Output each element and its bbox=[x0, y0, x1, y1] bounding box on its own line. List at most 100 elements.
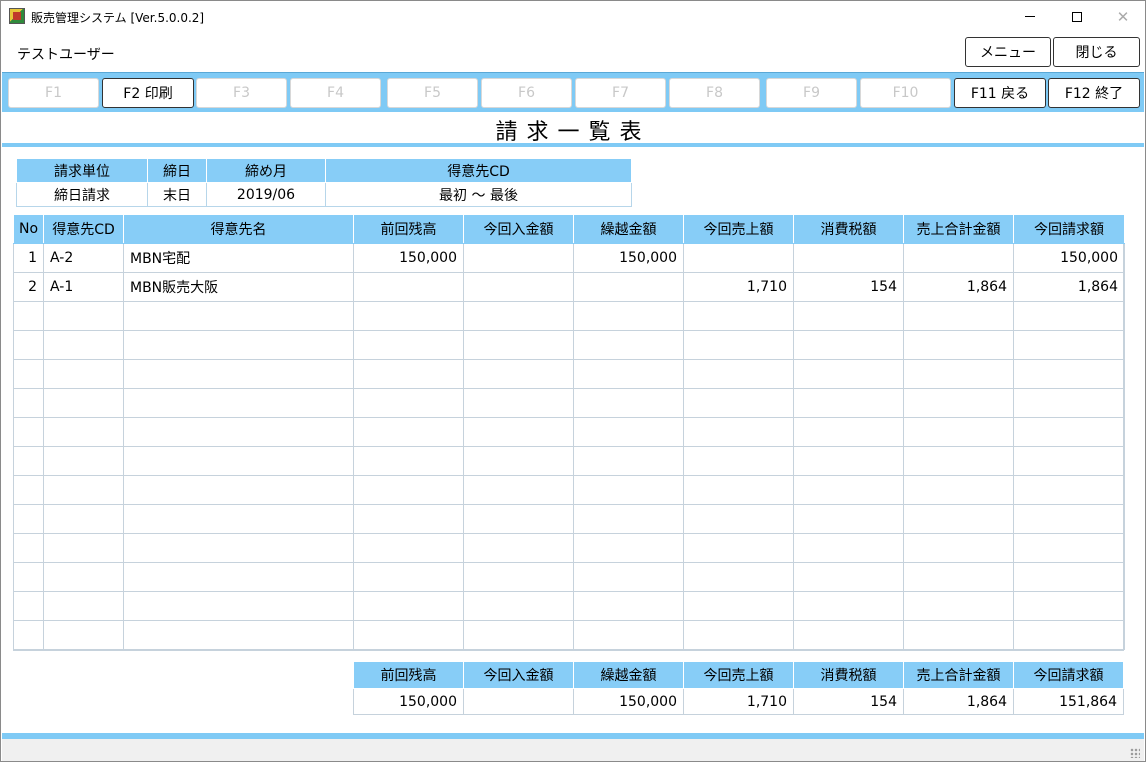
cell-customer-name[interactable]: MBN販売大阪 bbox=[123, 272, 354, 302]
col-header-prev-balance[interactable]: 前回残高 bbox=[353, 214, 464, 244]
cell-sales-total[interactable]: 1,864 bbox=[903, 272, 1014, 302]
col-header-sales[interactable]: 今回売上額 bbox=[683, 214, 794, 244]
user-name: テストユーザー bbox=[17, 47, 115, 63]
total-header-invoice-amount: 今回請求額 bbox=[1013, 661, 1124, 689]
cond-header-closing-day: 締日 bbox=[147, 158, 207, 183]
minimize-icon bbox=[1025, 16, 1035, 17]
cell-tax[interactable] bbox=[793, 243, 904, 273]
empty-row[interactable] bbox=[13, 301, 1125, 331]
f5-button[interactable]: F5 bbox=[387, 78, 478, 108]
f7-button[interactable]: F7 bbox=[575, 78, 666, 108]
col-header-invoice-amount[interactable]: 今回請求額 bbox=[1013, 214, 1125, 244]
totals-value-row: 150,000 150,000 1,710 154 1,864 151,864 bbox=[353, 688, 1124, 715]
totals-header-row: 前回残高 今回入金額 繰越金額 今回売上額 消費税額 売上合計金額 今回請求額 bbox=[353, 661, 1124, 689]
empty-row[interactable] bbox=[13, 475, 1125, 505]
col-header-carryover[interactable]: 繰越金額 bbox=[573, 214, 684, 244]
total-sales-total: 1,864 bbox=[903, 688, 1014, 715]
empty-row[interactable] bbox=[13, 417, 1125, 447]
f2-print-button[interactable]: F2 印刷 bbox=[102, 78, 194, 108]
maximize-icon bbox=[1072, 11, 1082, 22]
totals-table: 前回残高 今回入金額 繰越金額 今回売上額 消費税額 売上合計金額 今回請求額 … bbox=[353, 661, 1124, 715]
table-row[interactable]: 1 A-2 MBN宅配 150,000 150,000 150,000 bbox=[13, 243, 1125, 273]
col-header-no[interactable]: No bbox=[13, 214, 44, 244]
resize-grip-icon[interactable] bbox=[1130, 748, 1140, 758]
conditions-header-row: 請求単位 締日 締め月 得意先CD bbox=[16, 158, 632, 183]
col-header-customer-name[interactable]: 得意先名 bbox=[123, 214, 354, 244]
cell-no[interactable]: 1 bbox=[13, 243, 44, 273]
empty-row[interactable] bbox=[13, 591, 1125, 621]
title-bar[interactable]: 販売管理システム [Ver.5.0.0.2] ✕ bbox=[1, 1, 1145, 32]
cell-customer-cd[interactable]: A-2 bbox=[43, 243, 124, 273]
col-header-tax[interactable]: 消費税額 bbox=[793, 214, 904, 244]
empty-row[interactable] bbox=[13, 330, 1125, 360]
empty-row[interactable] bbox=[13, 504, 1125, 534]
empty-row[interactable] bbox=[13, 620, 1125, 650]
cell-prev-balance[interactable]: 150,000 bbox=[353, 243, 464, 273]
total-header-prev-balance: 前回残高 bbox=[353, 661, 464, 689]
grid-header-row: No 得意先CD 得意先名 前回残高 今回入金額 繰越金額 今回売上額 消費税額… bbox=[13, 214, 1125, 244]
minimize-button[interactable] bbox=[1007, 1, 1053, 32]
cell-sales[interactable] bbox=[683, 243, 794, 273]
col-header-customer-cd[interactable]: 得意先CD bbox=[43, 214, 124, 244]
cond-closing-month: 2019/06 bbox=[206, 182, 326, 207]
f10-button[interactable]: F10 bbox=[860, 78, 951, 108]
f12-exit-button[interactable]: F12 終了 bbox=[1048, 78, 1140, 108]
total-sales: 1,710 bbox=[683, 688, 794, 715]
f9-button[interactable]: F9 bbox=[766, 78, 857, 108]
cell-invoice-amount[interactable]: 150,000 bbox=[1013, 243, 1125, 273]
total-invoice-amount: 151,864 bbox=[1013, 688, 1124, 715]
cell-no[interactable]: 2 bbox=[13, 272, 44, 302]
close-icon: ✕ bbox=[1116, 7, 1130, 26]
cell-invoice-amount[interactable]: 1,864 bbox=[1013, 272, 1125, 302]
function-key-bar: F1 F2 印刷 F3 F4 F5 F6 F7 F8 F9 F10 F11 戻る… bbox=[2, 72, 1144, 112]
empty-row[interactable] bbox=[13, 359, 1125, 389]
total-header-carryover: 繰越金額 bbox=[573, 661, 684, 689]
empty-row[interactable] bbox=[13, 562, 1125, 592]
total-tax: 154 bbox=[793, 688, 904, 715]
f6-button[interactable]: F6 bbox=[481, 78, 572, 108]
cell-carryover[interactable]: 150,000 bbox=[573, 243, 684, 273]
conditions-value-row: 締日請求 末日 2019/06 最初 ～ 最後 bbox=[16, 182, 632, 207]
total-payment bbox=[463, 688, 574, 715]
total-prev-balance: 150,000 bbox=[353, 688, 464, 715]
table-row[interactable]: 2 A-1 MBN販売大阪 1,710 154 1,864 1,864 bbox=[13, 272, 1125, 302]
cond-customer-range: 最初 ～ 最後 bbox=[325, 182, 632, 207]
f4-button[interactable]: F4 bbox=[290, 78, 381, 108]
f1-button[interactable]: F1 bbox=[8, 78, 99, 108]
window-close-button[interactable]: ✕ bbox=[1100, 1, 1146, 32]
status-bar bbox=[2, 739, 1144, 761]
close-button[interactable]: 閉じる bbox=[1053, 37, 1140, 67]
total-header-payment: 今回入金額 bbox=[463, 661, 574, 689]
cell-customer-name[interactable]: MBN宅配 bbox=[123, 243, 354, 273]
empty-row[interactable] bbox=[13, 533, 1125, 563]
menu-button[interactable]: メニュー bbox=[965, 37, 1051, 67]
cond-header-billing-unit: 請求単位 bbox=[16, 158, 148, 183]
col-header-payment[interactable]: 今回入金額 bbox=[463, 214, 574, 244]
cell-tax[interactable]: 154 bbox=[793, 272, 904, 302]
total-header-sales-total: 売上合計金額 bbox=[903, 661, 1014, 689]
cell-sales-total[interactable] bbox=[903, 243, 1014, 273]
cell-payment[interactable] bbox=[463, 272, 574, 302]
app-logo-icon bbox=[9, 8, 25, 24]
total-carryover: 150,000 bbox=[573, 688, 684, 715]
conditions-table: 請求単位 締日 締め月 得意先CD 締日請求 末日 2019/06 最初 ～ 最… bbox=[16, 158, 632, 207]
cell-payment[interactable] bbox=[463, 243, 574, 273]
cond-header-closing-month: 締め月 bbox=[206, 158, 326, 183]
f8-button[interactable]: F8 bbox=[669, 78, 760, 108]
cond-closing-day: 末日 bbox=[147, 182, 207, 207]
title-divider bbox=[2, 143, 1144, 147]
empty-row[interactable] bbox=[13, 446, 1125, 476]
app-window: 販売管理システム [Ver.5.0.0.2] ✕ テストユーザー メニュー 閉じ… bbox=[0, 0, 1146, 762]
cell-sales[interactable]: 1,710 bbox=[683, 272, 794, 302]
cell-prev-balance[interactable] bbox=[353, 272, 464, 302]
maximize-button[interactable] bbox=[1054, 1, 1100, 32]
page-title: 請求一覧表 bbox=[495, 120, 651, 145]
f3-button[interactable]: F3 bbox=[196, 78, 287, 108]
cell-carryover[interactable] bbox=[573, 272, 684, 302]
f11-back-button[interactable]: F11 戻る bbox=[954, 78, 1046, 108]
cell-customer-cd[interactable]: A-1 bbox=[43, 272, 124, 302]
empty-row[interactable] bbox=[13, 388, 1125, 418]
col-header-sales-total[interactable]: 売上合計金額 bbox=[903, 214, 1014, 244]
invoice-grid[interactable]: No 得意先CD 得意先名 前回残高 今回入金額 繰越金額 今回売上額 消費税額… bbox=[13, 214, 1125, 650]
total-header-tax: 消費税額 bbox=[793, 661, 904, 689]
